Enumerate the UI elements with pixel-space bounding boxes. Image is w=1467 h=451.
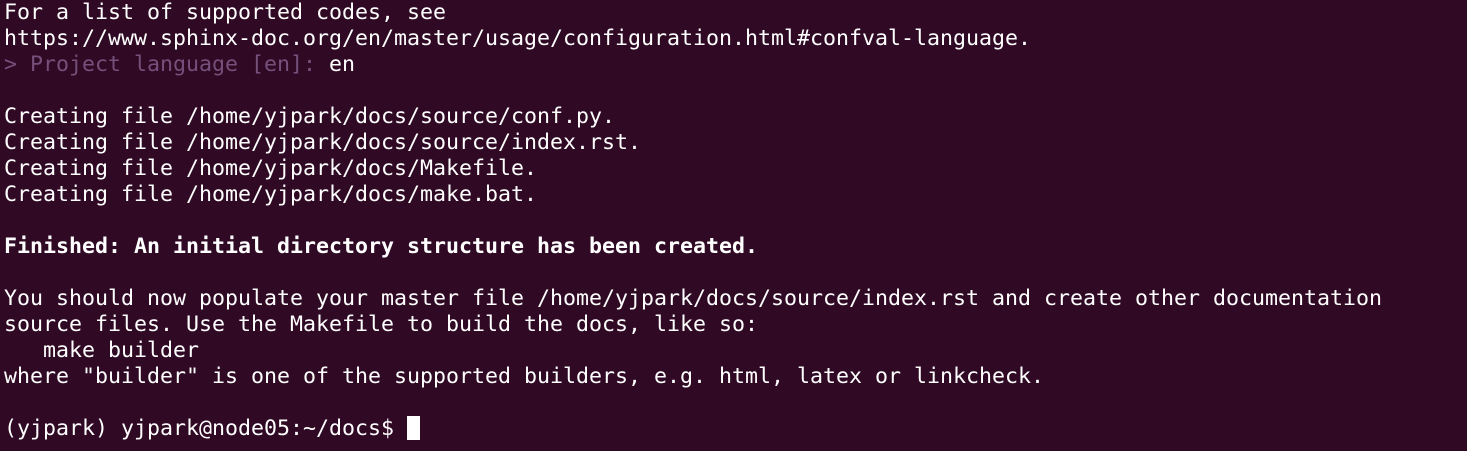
terminal-window[interactable]: For a list of supported codes, see https… bbox=[0, 0, 1467, 451]
output-line: Creating file /home/yjpark/docs/source/c… bbox=[4, 104, 616, 129]
shell-prompt-line[interactable]: (yjpark) yjpark@node05:~/docs$ bbox=[4, 416, 1467, 442]
output-line: For a list of supported codes, see bbox=[4, 0, 447, 25]
output-line: Creating file /home/yjpark/docs/source/i… bbox=[4, 130, 642, 155]
language-prompt-line: > Project language [en]: en bbox=[4, 52, 1467, 78]
output-line-command: make builder bbox=[4, 338, 200, 363]
shell-prompt: (yjpark) yjpark@node05:~/docs$ bbox=[4, 416, 408, 441]
output-line: Creating file /home/yjpark/docs/make.bat… bbox=[4, 182, 538, 207]
output-line: source files. Use the Makefile to build … bbox=[4, 312, 759, 337]
text-cursor[interactable] bbox=[407, 416, 421, 440]
finished-message: Finished: An initial directory structure… bbox=[4, 234, 759, 259]
language-prompt: > Project language [en]: bbox=[4, 52, 330, 77]
output-line: Creating file /home/yjpark/docs/Makefile… bbox=[4, 156, 538, 181]
output-line-url: https://www.sphinx-doc.org/en/master/usa… bbox=[4, 26, 1032, 51]
language-answer: en bbox=[329, 52, 356, 77]
output-line: where "builder" is one of the supported … bbox=[4, 364, 1045, 389]
output-line: You should now populate your master file… bbox=[4, 286, 1383, 311]
